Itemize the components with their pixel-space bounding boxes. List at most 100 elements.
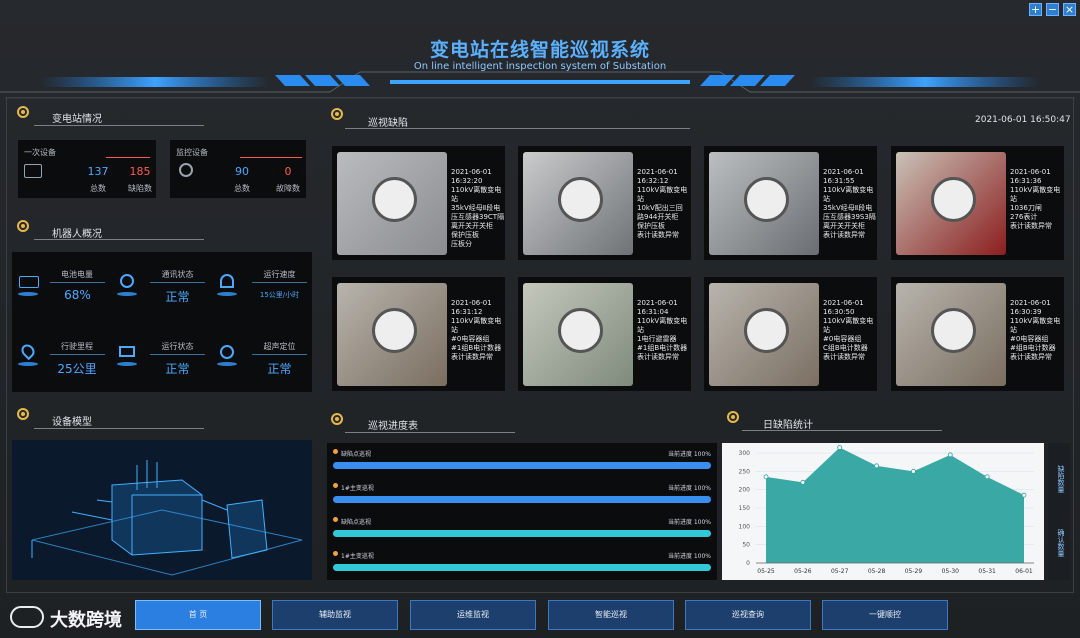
y-tick-label: 200 (739, 487, 751, 494)
defect-caption: 2021-06-01 16:30:39 110kV离散变电 站 #0电容器组 #… (1010, 299, 1061, 361)
defect-thumbnail[interactable] (337, 283, 447, 386)
robot-label-speed: 运行速度 (263, 270, 296, 279)
section-dot-icon (17, 106, 29, 118)
x-tick-label: 05-28 (868, 568, 886, 575)
robot-value-comm: 正常 (165, 290, 190, 304)
icon-base (217, 292, 237, 296)
defect-caption: 2021-06-01 16:31:36 110kV离散变电 站 1036刀闸 2… (1010, 168, 1061, 230)
nav-button[interactable]: 巡视查询 (685, 600, 811, 630)
fault-line (240, 157, 302, 158)
heading-underline (34, 428, 204, 429)
nav-button[interactable]: 运维监视 (410, 600, 536, 630)
section-dot-icon (17, 220, 29, 232)
defect-card[interactable]: 2021-06-01 16:31:36 110kV离散变电 站 1036刀闸 2… (891, 146, 1064, 260)
current-datetime: 2021-06-01 16:50:47 (975, 115, 1071, 125)
confirm-count-tab[interactable]: 确认数量 (1052, 515, 1066, 570)
close-button[interactable]: × (1063, 3, 1076, 16)
defect-thumbnail[interactable] (709, 152, 819, 255)
primary-total-label: 总数 (90, 184, 106, 193)
daily-chart-panel: 0 50 100 150 200 250 300 05-25 05-26 05-27 05-28 05… (722, 443, 1044, 580)
progress-track (333, 564, 711, 571)
camera-icon (179, 163, 193, 177)
x-tick-label: 05-30 (942, 568, 960, 575)
defect-caption: 2021-06-01 16:30:50 110kV离散变电 站 #0电容器组 C… (823, 299, 874, 361)
meter-icon (931, 308, 976, 353)
divider (252, 282, 307, 283)
data-point (911, 468, 916, 474)
icon-base (117, 292, 137, 296)
data-point (874, 463, 879, 469)
progress-fill (333, 530, 711, 537)
equipment-model-view[interactable] (12, 440, 312, 580)
y-tick-label: 50 (742, 542, 750, 549)
robot-value-mileage: 25公里 (57, 362, 97, 376)
maximize-button[interactable]: + (1029, 3, 1042, 16)
defect-thumbnail[interactable] (896, 283, 1006, 386)
meter-icon (931, 177, 976, 222)
y-tick-label: 0 (746, 560, 750, 567)
defect-caption: 2021-06-01 16:31:55 110kV离散变电 站 35kV经母Ⅱ段… (823, 168, 876, 239)
defect-card[interactable]: 2021-06-01 16:31:04 110kV离散变电 站 1电行避雷器 #… (518, 277, 691, 391)
divider (150, 282, 205, 283)
monitor-fault-label: 故障数 (276, 184, 300, 193)
nav-button[interactable]: 辅助监视 (272, 600, 398, 630)
meter-icon (372, 177, 417, 222)
monitor-total: 90 (235, 165, 249, 178)
speedometer-icon (220, 274, 234, 288)
chart-side-panel: 缺陷数量 确认数量 (1048, 443, 1070, 580)
daily-defect-chart: 0 50 100 150 200 250 300 05-25 05-26 05-27 05-28 05… (739, 445, 1034, 575)
data-point (800, 479, 806, 485)
progress-dot-icon (333, 551, 338, 556)
defect-line (106, 157, 150, 158)
progress-track (333, 530, 711, 537)
nav-button[interactable]: 一键顺控 (822, 600, 948, 630)
divider (150, 354, 205, 355)
monitor-faults: 0 (284, 165, 292, 178)
defect-card[interactable]: 2021-06-01 16:32:20 110kV离散变电 站 35kV经母Ⅱ段… (332, 146, 505, 260)
heading-underline (34, 239, 204, 240)
defect-caption: 2021-06-01 16:32:20 110kV离散变电 站 35kV经母Ⅱ段… (451, 168, 505, 248)
data-point (947, 452, 953, 458)
monitor-total-label: 总数 (234, 184, 250, 193)
defect-card[interactable]: 2021-06-01 16:31:12 110kV离散变电 站 #0电容器组 #… (332, 277, 505, 391)
divider (50, 282, 105, 283)
progress-dot-icon (333, 517, 338, 522)
defect-thumbnail[interactable] (896, 152, 1006, 255)
station-heading: 变电站情况 (52, 114, 102, 125)
defect-thumbnail[interactable] (523, 283, 633, 386)
robot-label-status: 运行状态 (161, 342, 194, 351)
defect-thumbnail[interactable] (523, 152, 633, 255)
defect-card[interactable]: 2021-06-01 16:30:50 110kV离散变电 站 #0电容器组 C… (704, 277, 877, 391)
icon-base (217, 362, 237, 366)
defect-caption: 2021-06-01 16:31:04 110kV离散变电 站 1电行避雷器 #… (637, 299, 688, 361)
primary-total: 137 (87, 165, 109, 178)
section-dot-icon (331, 413, 343, 425)
monitor-label: 监控设备 (176, 148, 208, 157)
minimize-button[interactable]: − (1046, 3, 1059, 16)
defect-thumbnail[interactable] (337, 152, 447, 255)
app-root: + − × 变电站在线智能巡视系统 On line intelligent in… (0, 0, 1080, 638)
nav-button[interactable]: 智能巡视 (548, 600, 674, 630)
meter-icon (558, 308, 603, 353)
defect-card[interactable]: 2021-06-01 16:32:12 110kV离散变电 站 10kV配出三回… (518, 146, 691, 260)
robot-label-comm: 通讯状态 (161, 270, 194, 279)
nav-button[interactable]: 首 页 (135, 600, 261, 630)
icon-base (18, 292, 38, 296)
data-point (763, 474, 769, 480)
primary-defects: 185 (129, 165, 151, 178)
defect-count-tab[interactable]: 缺陷数量 (1052, 451, 1066, 506)
icon-base (117, 362, 137, 366)
progress-name: 1#主变巡视 (341, 553, 374, 560)
x-tick-label: 05-27 (831, 568, 849, 575)
x-tick-label: 06-01 (1015, 568, 1033, 575)
divider (50, 354, 105, 355)
watermark-logo (10, 606, 44, 628)
defect-card[interactable]: 2021-06-01 16:30:39 110kV离散变电 站 #0电容器组 #… (891, 277, 1064, 391)
meter-icon (372, 308, 417, 353)
defect-card[interactable]: 2021-06-01 16:31:55 110kV离散变电 站 35kV经母Ⅱ段… (704, 146, 877, 260)
defect-thumbnail[interactable] (709, 283, 819, 386)
section-dot-icon (17, 408, 29, 420)
x-tick-label: 05-31 (978, 568, 996, 575)
transformer-wireframe (31, 460, 303, 576)
location-icon (18, 341, 38, 361)
